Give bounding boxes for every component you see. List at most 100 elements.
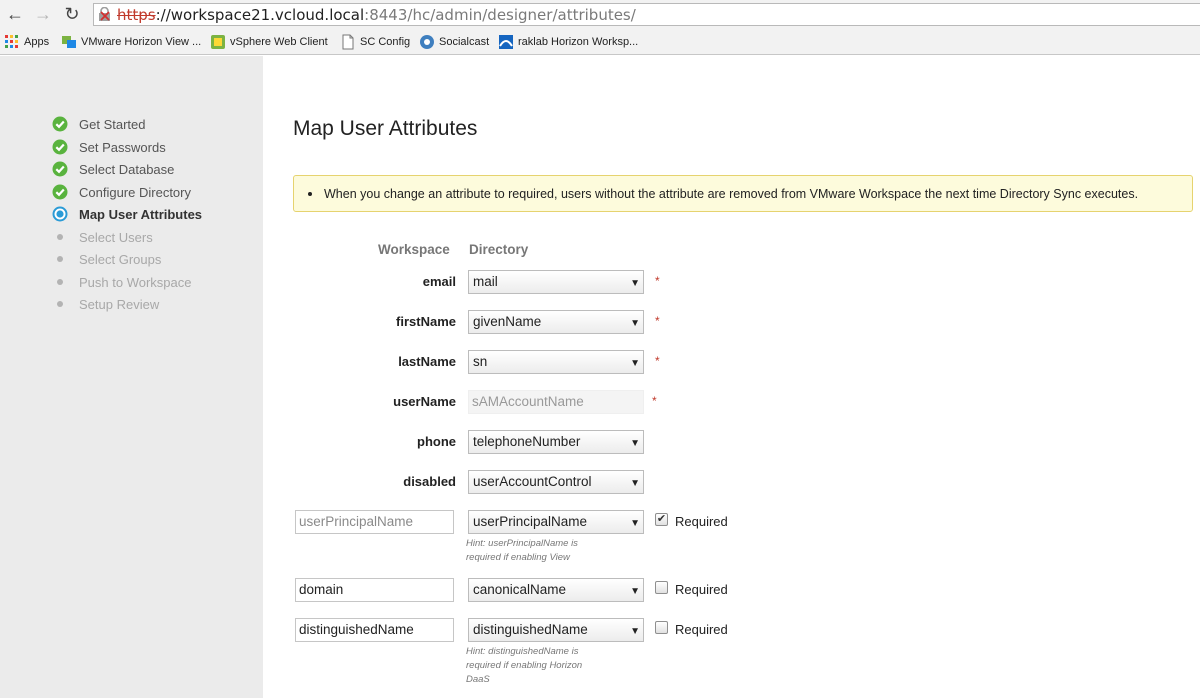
- attr-label-phone: phone: [417, 434, 456, 449]
- username-mapping-readonly: sAMAccountName: [468, 390, 644, 414]
- page-icon: [342, 34, 354, 50]
- select-value: sn: [473, 354, 488, 369]
- phone-mapping-select[interactable]: telephoneNumber ▼: [468, 430, 644, 454]
- attr-label-disabled: disabled: [403, 474, 456, 489]
- step-label: Select Database: [79, 161, 175, 177]
- step-get-started[interactable]: Get Started: [52, 115, 145, 133]
- bookmark-socialcast[interactable]: Socialcast: [419, 34, 489, 50]
- required-asterisk: *: [652, 394, 657, 408]
- select-value: canonicalName: [473, 582, 567, 597]
- step-label: Push to Workspace: [79, 274, 192, 290]
- pending-dot-icon: [52, 274, 68, 290]
- bullet-icon: [308, 191, 312, 196]
- reload-icon[interactable]: ↻: [61, 4, 83, 24]
- custom-attr-name-input[interactable]: distinguishedName: [295, 618, 454, 642]
- attr-label-lastname: lastName: [398, 354, 456, 369]
- step-select-database[interactable]: Select Database: [52, 160, 174, 178]
- step-configure-directory[interactable]: Configure Directory: [52, 183, 191, 201]
- dropdown-arrow-icon: ▼: [630, 518, 640, 529]
- required-checkbox-checked[interactable]: ✔: [655, 513, 668, 526]
- custom-attr-name-input[interactable]: domain: [295, 578, 454, 602]
- required-checkbox[interactable]: [655, 621, 668, 634]
- step-label: Select Users: [79, 229, 153, 245]
- horizon-workspace-icon: [499, 35, 513, 49]
- bookmark-vmware-horizon-view[interactable]: VMware Horizon View ...: [61, 34, 201, 50]
- distinguishedname-mapping-select[interactable]: distinguishedName ▼: [468, 618, 644, 642]
- step-label: Get Started: [79, 116, 146, 132]
- required-asterisk: *: [655, 314, 660, 328]
- email-mapping-select[interactable]: mail ▼: [468, 270, 644, 294]
- required-asterisk: *: [655, 354, 660, 368]
- back-arrow-icon[interactable]: ←: [4, 4, 26, 24]
- step-label: Select Groups: [79, 251, 162, 267]
- pending-dot-icon: [52, 296, 68, 312]
- select-value: userPrincipalName: [473, 514, 588, 529]
- required-label: Required: [675, 514, 728, 529]
- select-value: givenName: [473, 314, 542, 329]
- step-map-user-attributes[interactable]: Map User Attributes: [52, 205, 202, 223]
- userprincipalname-mapping-select[interactable]: userPrincipalName ▼: [468, 510, 644, 534]
- bookmark-apps[interactable]: Apps: [4, 34, 49, 50]
- required-asterisk: *: [655, 274, 660, 288]
- bookmark-label: VMware Horizon View ...: [81, 36, 202, 48]
- url-host: ://workspace21.vcloud.local: [155, 6, 365, 24]
- vsphere-icon: [211, 35, 225, 49]
- address-bar[interactable]: https://workspace21.vcloud.local:8443/hc…: [93, 3, 1200, 26]
- forward-arrow-icon[interactable]: →: [32, 4, 54, 24]
- dropdown-arrow-icon: ▼: [630, 586, 640, 597]
- bookmark-label: raklab Horizon Worksp...: [518, 36, 639, 48]
- dropdown-arrow-icon: ▼: [630, 478, 640, 489]
- select-value: telephoneNumber: [473, 434, 581, 449]
- bookmarks-bar: Apps VMware Horizon View ... vSphere Web…: [0, 29, 1200, 55]
- dropdown-arrow-icon: ▼: [630, 278, 640, 289]
- step-set-passwords[interactable]: Set Passwords: [52, 138, 166, 156]
- hint-text: Hint: userPrincipalName is required if e…: [466, 538, 578, 563]
- pending-dot-icon: [52, 251, 68, 267]
- step-select-users: Select Users: [52, 228, 153, 246]
- step-push-to-workspace: Push to Workspace: [52, 273, 191, 291]
- url-text: https://workspace21.vcloud.local:8443/hc…: [117, 5, 636, 25]
- attr-label-email: email: [422, 274, 456, 289]
- step-setup-review: Setup Review: [52, 295, 159, 313]
- dropdown-arrow-icon: ▼: [630, 358, 640, 369]
- select-value: mail: [473, 274, 498, 289]
- socialcast-icon: [420, 35, 434, 49]
- horizon-view-icon: [62, 36, 76, 48]
- firstname-mapping-select[interactable]: givenName ▼: [468, 310, 644, 334]
- bookmark-raklab-horizon[interactable]: raklab Horizon Worksp...: [498, 34, 638, 50]
- bookmark-label: Socialcast: [439, 36, 490, 48]
- main-content: Map User Attributes When you change an a…: [263, 56, 1200, 698]
- bookmark-label: SC Config: [360, 36, 411, 48]
- pending-dot-icon: [52, 229, 68, 245]
- bookmark-label: Apps: [24, 36, 50, 48]
- insecure-lock-icon: [99, 7, 110, 21]
- browser-toolbar: ← → ↻ https://workspace21.vcloud.local:8…: [0, 0, 1200, 29]
- dropdown-arrow-icon: ▼: [630, 626, 640, 637]
- disabled-mapping-select[interactable]: userAccountControl ▼: [468, 470, 644, 494]
- required-label: Required: [675, 582, 728, 597]
- bookmark-label: vSphere Web Client: [230, 36, 328, 48]
- apps-grid-icon: [5, 35, 18, 48]
- dropdown-arrow-icon: ▼: [630, 438, 640, 449]
- step-label: Setup Review: [79, 296, 160, 312]
- hint-text: Hint: distinguishedName is required if e…: [466, 646, 583, 685]
- setup-wizard-sidebar: Get Started Set Passwords Select Databas…: [0, 56, 263, 698]
- step-label: Configure Directory: [79, 184, 191, 200]
- bookmark-sc-config[interactable]: SC Config: [340, 34, 410, 50]
- notice-text: When you change an attribute to required…: [324, 186, 1139, 201]
- check-circle-icon: [52, 116, 68, 132]
- lastname-mapping-select[interactable]: sn ▼: [468, 350, 644, 374]
- required-checkbox[interactable]: [655, 581, 668, 594]
- check-circle-icon: [52, 161, 68, 177]
- step-label: Set Passwords: [79, 139, 166, 155]
- bookmark-vsphere-web-client[interactable]: vSphere Web Client: [210, 34, 328, 50]
- step-label: Map User Attributes: [79, 206, 203, 222]
- url-scheme: https: [117, 6, 156, 24]
- custom-attr-name-input[interactable]: userPrincipalName: [295, 510, 454, 534]
- select-value: distinguishedName: [473, 622, 588, 637]
- check-circle-icon: [52, 139, 68, 155]
- required-label: Required: [675, 622, 728, 637]
- check-circle-icon: [52, 184, 68, 200]
- column-header-directory: Directory: [469, 242, 529, 257]
- domain-mapping-select[interactable]: canonicalName ▼: [468, 578, 644, 602]
